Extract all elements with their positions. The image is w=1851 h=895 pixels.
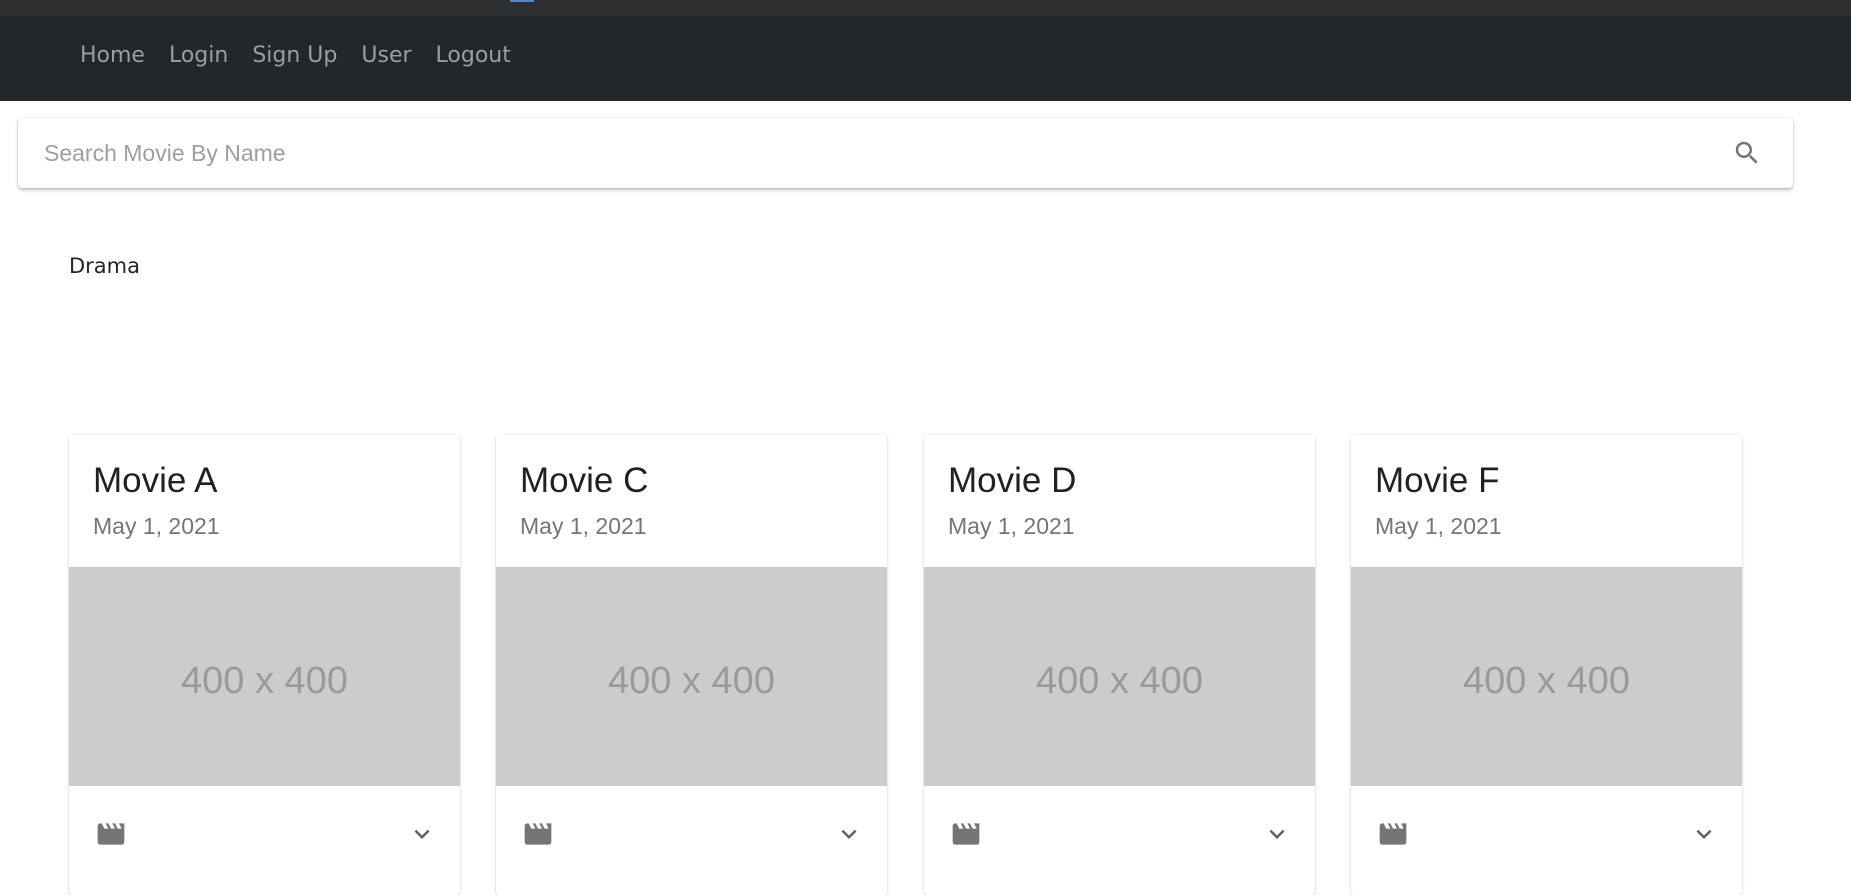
card-actions: [1351, 786, 1742, 895]
nav-login-link[interactable]: Login: [157, 43, 240, 68]
chevron-down-icon: [1696, 829, 1712, 839]
movie-date: May 1, 2021: [948, 513, 1075, 539]
navbar: Home Login Sign Up User Logout: [0, 16, 1851, 101]
movie-card: Movie D May 1, 2021 400 x 400: [924, 435, 1315, 895]
poster-placeholder-text: 400 x 400: [1036, 660, 1203, 702]
movie-poster-placeholder: 400 x 400: [496, 567, 887, 786]
card-actions: [69, 786, 460, 895]
chevron-down-icon: [1269, 829, 1285, 839]
movie-details-button[interactable]: [1373, 814, 1413, 854]
expand-button[interactable]: [1684, 814, 1724, 854]
movie-title: Movie A: [93, 461, 218, 500]
expand-button[interactable]: [829, 814, 869, 854]
poster-placeholder-text: 400 x 400: [1463, 660, 1630, 702]
chevron-down-icon: [841, 829, 857, 839]
movie-date: May 1, 2021: [520, 513, 647, 539]
poster-placeholder-text: 400 x 400: [181, 660, 348, 702]
expand-button[interactable]: [402, 814, 442, 854]
movie-poster-placeholder: 400 x 400: [69, 567, 460, 786]
nav-home-link[interactable]: Home: [68, 43, 157, 68]
movie-title: Movie C: [520, 461, 649, 500]
movie-date: May 1, 2021: [1375, 513, 1502, 539]
movie-card: Movie F May 1, 2021 400 x 400: [1351, 435, 1742, 895]
search-input[interactable]: [42, 138, 1727, 168]
clapperboard-icon: [97, 823, 125, 845]
movie-poster-placeholder: 400 x 400: [924, 567, 1315, 786]
movie-poster-placeholder: 400 x 400: [1351, 567, 1742, 786]
clapperboard-icon: [1379, 823, 1407, 845]
clapperboard-icon: [524, 823, 552, 845]
poster-placeholder-text: 400 x 400: [608, 660, 775, 702]
nav-links: Home Login Sign Up User Logout: [68, 43, 523, 68]
movie-details-button[interactable]: [518, 814, 558, 854]
nav-signup-link[interactable]: Sign Up: [240, 43, 349, 68]
movie-details-button[interactable]: [946, 814, 986, 854]
movie-title: Movie F: [1375, 461, 1500, 500]
browser-top-strip: [0, 0, 1851, 16]
movie-details-button[interactable]: [91, 814, 131, 854]
tab-indicator: [510, 0, 534, 2]
card-actions: [924, 786, 1315, 895]
movie-date: May 1, 2021: [93, 513, 220, 539]
search-button[interactable]: [1727, 133, 1767, 173]
clapperboard-icon: [952, 823, 980, 845]
nav-user-link[interactable]: User: [349, 43, 423, 68]
genre-heading: Drama: [69, 254, 140, 278]
card-actions: [496, 786, 887, 895]
nav-logout-link[interactable]: Logout: [424, 43, 523, 68]
movie-card: Movie A May 1, 2021 400 x 400: [69, 435, 460, 895]
expand-button[interactable]: [1257, 814, 1297, 854]
search-icon: [1735, 141, 1758, 164]
search-bar: [18, 118, 1793, 188]
chevron-down-icon: [414, 829, 430, 839]
movie-card: Movie C May 1, 2021 400 x 400: [496, 435, 887, 895]
movie-title: Movie D: [948, 461, 1077, 500]
